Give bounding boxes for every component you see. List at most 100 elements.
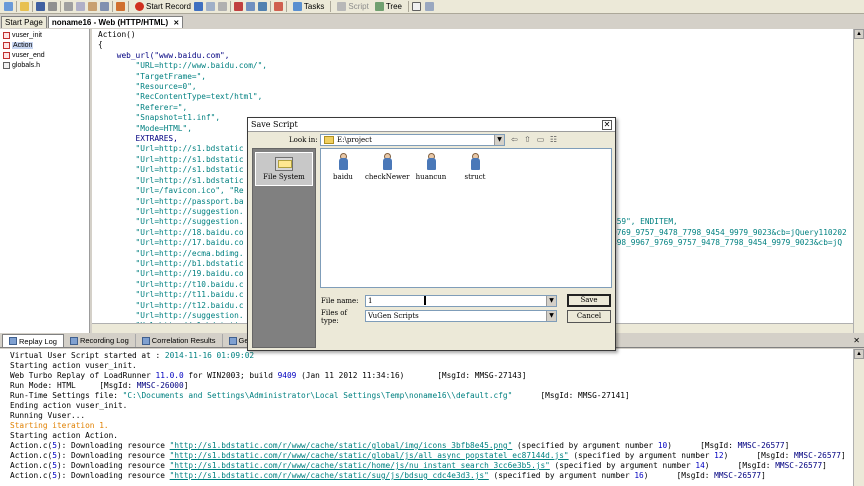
record-icon xyxy=(135,2,144,11)
code-line: "Url=http://t12.baidu.c xyxy=(98,300,244,310)
close-icon[interactable]: ✕ xyxy=(853,336,860,345)
file-name-label: File name: xyxy=(321,297,359,305)
close-icon[interactable]: ✕ xyxy=(173,20,179,27)
open-icon[interactable] xyxy=(20,2,29,11)
place-file-system[interactable]: File System xyxy=(255,152,313,186)
new-folder-icon[interactable]: ▭ xyxy=(536,135,545,144)
code-line: "Url=http://ecma.bdimg. xyxy=(98,248,244,258)
log-text[interactable]: "http://s1.bdstatic.com/r/www/cache/stat… xyxy=(170,471,489,480)
snapshot-icon[interactable] xyxy=(411,2,421,11)
script-view-button[interactable]: Script xyxy=(334,1,371,13)
save-button[interactable]: Save xyxy=(567,294,611,307)
transaction-icon[interactable] xyxy=(273,2,283,11)
log-build: 9409 xyxy=(277,371,297,380)
tab-noname16[interactable]: noname16 - Web (HTTP/HTML) ✕ xyxy=(47,16,184,28)
chevron-down-icon[interactable]: ▼ xyxy=(546,296,556,306)
log-text[interactable]: "http://s1.bdstatic.com/r/www/cache/stat… xyxy=(170,461,550,470)
file-type-value: VuGen Scripts xyxy=(368,312,419,320)
log-text: Starting action Action. xyxy=(10,431,118,440)
code-line-overflow: 9769_9757_9478_7798_9454_9979_9023&cb=jQ… xyxy=(612,227,847,237)
new-icon[interactable] xyxy=(4,2,13,11)
code-line: Action() xyxy=(98,30,136,39)
log-text[interactable]: "http://s1.bdstatic.com/r/www/cache/stat… xyxy=(170,451,569,460)
file-item[interactable]: baidu xyxy=(321,153,365,181)
back-icon[interactable]: ⇦ xyxy=(510,135,519,144)
save-icon[interactable] xyxy=(36,2,45,11)
file-item[interactable]: struct xyxy=(453,153,497,181)
log-text: ) [MsgId: xyxy=(643,471,715,480)
code-line: { xyxy=(98,40,103,50)
tasks-button[interactable]: Tasks xyxy=(290,1,327,13)
dialog-title-bar[interactable]: Save Script xyxy=(248,118,615,132)
toolbar-separator xyxy=(16,1,17,12)
log-text: (Jan 11 2012 11:34:16) xyxy=(296,371,405,380)
cut-icon[interactable] xyxy=(64,2,73,11)
log-timestamp: 2014-11-16 01:09:02 xyxy=(164,351,255,360)
undo-icon[interactable] xyxy=(100,2,109,11)
log-text: ): Downloading resource xyxy=(56,441,170,450)
log-vertical-scrollbar[interactable]: ▲ xyxy=(853,349,864,486)
tab-replay-log[interactable]: Replay Log xyxy=(2,334,64,347)
log-text: (specified by argument number xyxy=(488,471,635,480)
code-line: "Mode=HTML", xyxy=(98,123,192,133)
tree-item-vuser-init[interactable]: vuser_init xyxy=(0,30,89,40)
log-text: ) [MsgId: xyxy=(723,451,794,460)
tab-start-page[interactable]: Start Page xyxy=(1,16,47,28)
chevron-down-icon[interactable]: ▼ xyxy=(546,311,556,321)
code-line: "Referer=", xyxy=(98,102,188,112)
file-type-label: Files of type: xyxy=(321,309,348,325)
compare-icon[interactable] xyxy=(257,2,267,11)
tree-item-vuser-end[interactable]: vuser_end xyxy=(0,50,89,60)
code-line: "Url=http://s1.bdstatic xyxy=(98,154,244,164)
chevron-down-icon[interactable]: ▼ xyxy=(494,135,504,145)
start-record-button[interactable]: Start Record xyxy=(132,1,194,13)
toolbar-separator xyxy=(407,1,409,12)
tree-view-button[interactable]: Tree xyxy=(372,1,405,13)
run-icon[interactable] xyxy=(193,2,203,11)
up-folder-icon[interactable]: ⇧ xyxy=(523,135,532,144)
replay-log-output[interactable]: Virtual User Script started at : 2014-11… xyxy=(0,349,853,486)
log-line: Action.c(5): Downloading resource "http:… xyxy=(10,471,853,481)
file-type-select[interactable]: VuGen Scripts ▼ xyxy=(365,310,557,322)
header-file-icon xyxy=(3,61,10,69)
tab-recording-log[interactable]: Recording Log xyxy=(64,334,136,347)
close-icon[interactable]: ✕ xyxy=(602,120,612,130)
tab-label: noname16 - Web (HTTP/HTML) xyxy=(51,18,169,27)
editor-vertical-scrollbar[interactable]: ▲ xyxy=(853,29,864,333)
vugen-script-icon xyxy=(424,153,438,171)
log-text: Web Turbo Replay of LoadRunner xyxy=(10,371,156,380)
look-in-combo[interactable]: E:\project ▼ xyxy=(320,134,505,146)
paste-icon[interactable] xyxy=(88,2,97,11)
copy-icon[interactable] xyxy=(76,2,85,11)
log-text[interactable]: "http://s1.bdstatic.com/r/www/cache/stat… xyxy=(170,441,513,450)
log-version: 11.0.0 xyxy=(155,371,184,380)
start-record-label: Start Record xyxy=(146,2,191,11)
bookmark-icon[interactable] xyxy=(245,2,255,11)
code-line: web_url("www.baidu.com", xyxy=(98,50,230,60)
log-line: Run Mode: HTML [MsgId: MMSC-26000] xyxy=(10,381,853,391)
scroll-up-icon[interactable]: ▲ xyxy=(854,29,864,39)
code-line: "Snapshot=t1.inf", xyxy=(98,113,221,123)
find-icon[interactable] xyxy=(116,2,125,11)
file-name-input[interactable]: 1 ▼ xyxy=(365,295,557,307)
file-name-value: 1 xyxy=(368,297,373,305)
tree-item-action[interactable]: Action xyxy=(0,40,89,50)
view-menu-icon[interactable]: ☷ xyxy=(549,135,558,144)
log-text: 12 xyxy=(714,451,724,460)
cancel-button[interactable]: Cancel xyxy=(567,310,611,323)
file-list[interactable]: baidu checkNewer huancun struct xyxy=(320,148,612,288)
look-in-value: E:\project xyxy=(337,136,372,144)
toolbar-separator xyxy=(229,1,231,12)
scroll-up-icon[interactable]: ▲ xyxy=(854,349,864,359)
print-icon[interactable] xyxy=(48,2,57,11)
file-item[interactable]: checkNewer xyxy=(365,153,409,181)
breakpoint-icon[interactable] xyxy=(233,2,243,11)
file-item[interactable]: huancun xyxy=(409,153,453,181)
layout-icon[interactable] xyxy=(424,2,434,11)
action-icon xyxy=(3,51,10,59)
tree-item-globals[interactable]: globals.h xyxy=(0,60,89,70)
stop-icon[interactable] xyxy=(217,2,227,11)
tab-correlation-results[interactable]: Correlation Results xyxy=(136,334,223,347)
step-icon[interactable] xyxy=(205,2,215,11)
log-line: Run-Time Settings file: "C:\Documents an… xyxy=(10,391,853,401)
